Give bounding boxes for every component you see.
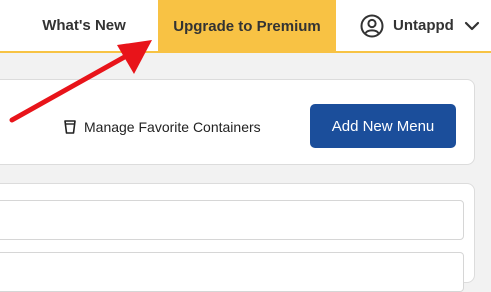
cup-icon	[64, 120, 76, 134]
user-circle-icon	[360, 14, 384, 37]
menu-search-field[interactable]	[0, 200, 464, 240]
upgrade-to-premium-link[interactable]: Upgrade to Premium	[158, 0, 336, 53]
account-name: Untappd	[393, 17, 454, 34]
menu-list-item[interactable]	[0, 252, 464, 292]
top-navigation-bar: What's New Upgrade to Premium Untappd	[0, 0, 491, 53]
account-menu[interactable]: Untappd	[352, 0, 491, 51]
whats-new-link[interactable]: What's New	[26, 0, 142, 51]
manage-favorite-containers-link[interactable]: Manage Favorite Containers	[64, 118, 261, 136]
add-new-menu-button[interactable]: Add New Menu	[310, 104, 456, 148]
manage-favorite-containers-label: Manage Favorite Containers	[84, 119, 261, 135]
chevron-down-icon	[464, 21, 479, 30]
